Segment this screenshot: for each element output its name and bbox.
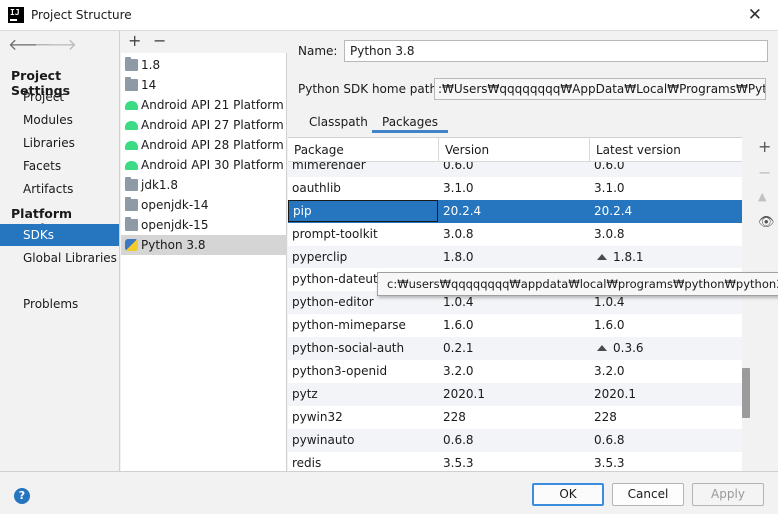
window-title: Project Structure — [31, 8, 132, 22]
nav-item-facets[interactable]: Facets — [0, 155, 119, 177]
sdk-item[interactable]: Android API 27 Platform — [121, 115, 287, 135]
package-actions-toolbar: + − ▲ 👁 — [755, 137, 775, 471]
cancel-button[interactable]: Cancel — [612, 483, 684, 506]
intellij-app-icon: IJ — [8, 7, 24, 23]
nav-item-modules[interactable]: Modules — [0, 109, 119, 131]
android-icon — [125, 161, 138, 170]
nav-item-problems[interactable]: Problems — [0, 293, 119, 315]
column-header-version[interactable]: Version — [438, 138, 589, 162]
sdk-name-field[interactable]: Python 3.8 — [344, 40, 768, 62]
folder-icon — [125, 77, 138, 91]
back-arrow-icon[interactable]: 🡐 — [8, 34, 51, 54]
upgrade-available-icon — [597, 253, 607, 260]
sdk-item[interactable]: Android API 28 Platform — [121, 135, 287, 155]
upgrade-available-icon — [597, 345, 607, 352]
remove-sdk-button[interactable]: − — [153, 31, 166, 50]
add-sdk-button[interactable]: + — [128, 31, 141, 50]
packages-scrollbar-thumb[interactable] — [742, 368, 750, 418]
sdk-item[interactable]: Android API 30 Platform — [121, 155, 287, 175]
nav-history: 🡐🡒 — [8, 34, 77, 54]
sdk-item[interactable]: openjdk-14 — [121, 195, 287, 215]
table-row[interactable]: pyperclip 1.8.0 1.8.1 — [288, 245, 742, 269]
sdk-list-panel: + − 1.8 14 Android API 21 Platform Andro… — [121, 31, 287, 471]
upgrade-package-button[interactable]: ▲ — [758, 190, 766, 203]
packages-table: mimerender 0.6.0 0.6.0 oauthlib 3.1.0 3.1.0 … — [288, 137, 742, 471]
nav-item-global-libraries[interactable]: Global Libraries — [0, 247, 119, 269]
folder-icon — [125, 217, 138, 231]
android-icon — [125, 101, 138, 110]
forward-arrow-icon[interactable]: 🡒 — [34, 34, 77, 54]
column-header-latest-version[interactable]: Latest version — [589, 138, 742, 162]
nav-item-artifacts[interactable]: Artifacts — [0, 178, 119, 200]
name-label: Name: — [298, 44, 338, 58]
sdk-item[interactable]: 14 — [121, 75, 287, 95]
apply-button[interactable]: Apply — [692, 483, 764, 506]
home-path-label: Python SDK home path: — [298, 82, 442, 96]
nav-item-sdks[interactable]: SDKs — [0, 224, 119, 246]
show-early-releases-eye-icon[interactable]: 👁 — [758, 215, 775, 230]
sdk-item[interactable]: jdk1.8 — [121, 175, 287, 195]
dialog-footer: ? OK Cancel Apply — [0, 471, 778, 514]
settings-nav: 🡐🡒 Project Settings Project Modules Libr… — [0, 31, 120, 471]
table-row[interactable]: pytz 2020.1 2020.1 — [288, 382, 742, 406]
sdk-item-selected[interactable]: Python 3.8 — [121, 235, 287, 255]
nav-item-project[interactable]: Project — [0, 86, 119, 108]
folder-icon — [125, 197, 138, 211]
table-row[interactable]: pywin32 228 228 — [288, 406, 742, 429]
table-row[interactable]: prompt-toolkit 3.0.8 3.0.8 — [288, 223, 742, 246]
help-icon[interactable]: ? — [14, 488, 30, 504]
packages-rows: mimerender 0.6.0 0.6.0 oauthlib 3.1.0 3.1.0 … — [288, 154, 742, 471]
column-header-package[interactable]: Package — [288, 138, 438, 162]
tab-classpath[interactable]: Classpath — [309, 111, 368, 133]
table-row[interactable]: oauthlib 3.1.0 3.1.0 — [288, 177, 742, 200]
folder-icon — [125, 57, 138, 71]
ok-button[interactable]: OK — [532, 483, 604, 506]
title-bar: IJ Project Structure ✕ — [0, 0, 778, 31]
path-tooltip: c:₩users₩qqqqqqqq₩appdata₩local₩programs… — [377, 272, 778, 296]
uninstall-package-button[interactable]: − — [758, 163, 771, 182]
table-row[interactable]: python-mimeparse 1.6.0 1.6.0 — [288, 314, 742, 337]
install-package-button[interactable]: + — [758, 137, 771, 156]
sdk-item[interactable]: 1.8 — [121, 55, 287, 75]
close-icon[interactable]: ✕ — [748, 5, 762, 25]
android-icon — [125, 121, 138, 130]
tab-packages[interactable]: Packages — [372, 111, 448, 133]
nav-item-libraries[interactable]: Libraries — [0, 132, 119, 154]
sdk-item[interactable]: openjdk-15 — [121, 215, 287, 235]
table-row-selected[interactable]: pip 20.2.4 20.2.4 — [288, 199, 742, 223]
table-row[interactable]: python3-openid 3.2.0 3.2.0 — [288, 360, 742, 383]
sdk-item[interactable]: Android API 21 Platform — [121, 95, 287, 115]
table-row[interactable]: redis 3.5.3 3.5.3 — [288, 452, 742, 471]
python-icon — [125, 239, 138, 251]
android-icon — [125, 141, 138, 150]
table-row[interactable]: python-social-auth 0.2.1 0.3.6 — [288, 337, 742, 361]
sdk-toolbar: + − — [121, 31, 287, 53]
sdk-detail-pane: Name: Python 3.8 Python SDK home path: :… — [288, 31, 778, 471]
table-row[interactable]: pywinauto 0.6.8 0.6.8 — [288, 428, 742, 452]
sdk-home-path-field[interactable]: :₩Users₩qqqqqqqq₩AppData₩Local₩Programs₩… — [434, 78, 766, 100]
packages-table-header: Package Version Latest version — [288, 138, 742, 162]
folder-icon — [125, 177, 138, 191]
